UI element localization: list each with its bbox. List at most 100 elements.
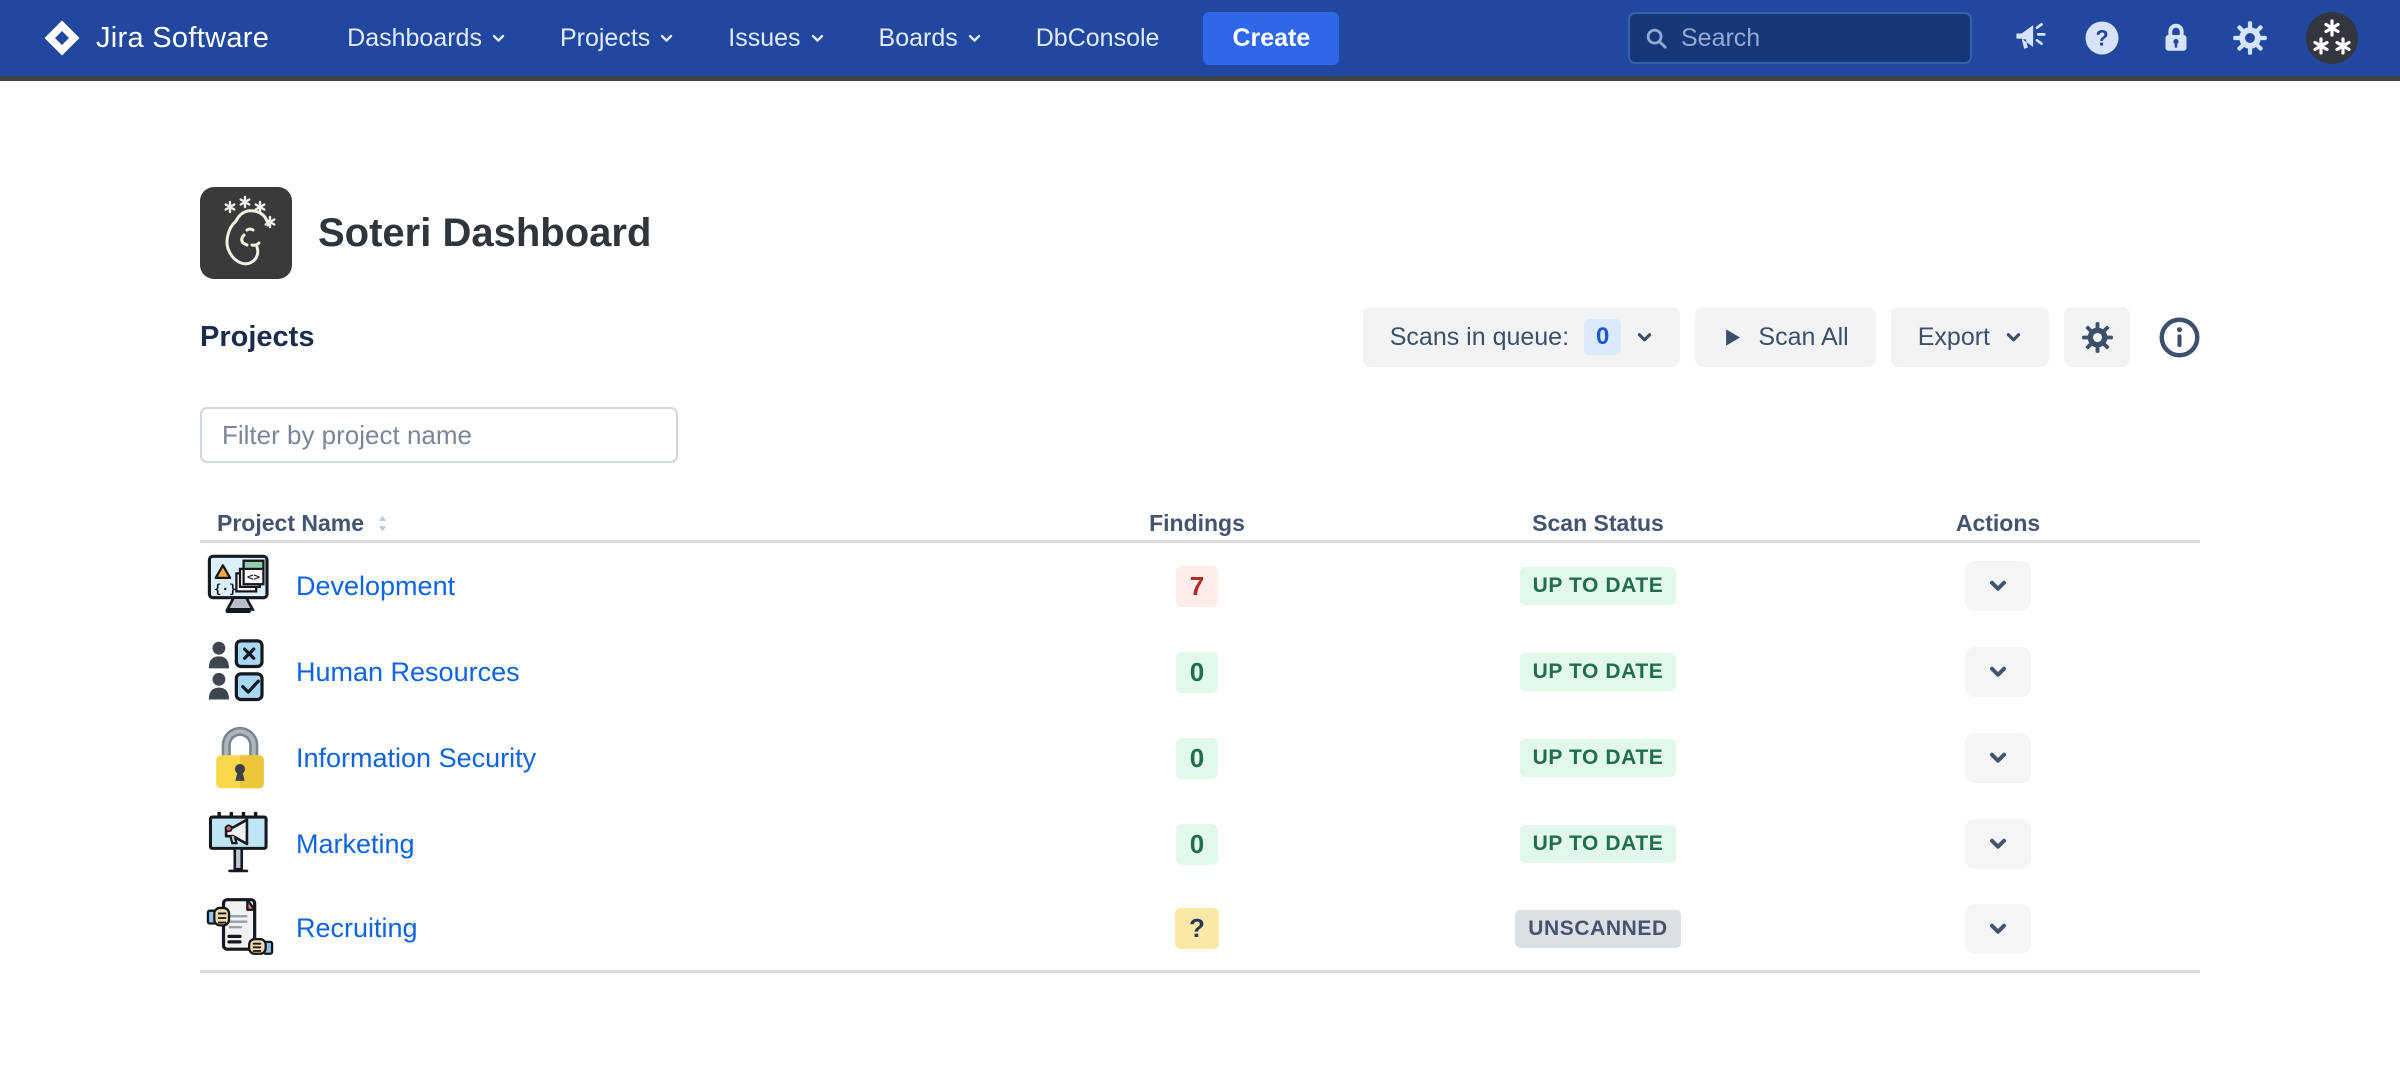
project-name-cell: Recruiting: [200, 896, 1097, 962]
export-label: Export: [1917, 322, 1990, 351]
scan-status-badge: UP TO DATE: [1519, 825, 1677, 863]
navbar-item[interactable]: Boards: [879, 24, 982, 53]
column-header-project-name[interactable]: Project Name: [200, 510, 1097, 537]
chevron-down-icon: [2005, 329, 2022, 346]
project-name-cell: Marketing: [200, 811, 1097, 877]
findings-badge[interactable]: 0: [1175, 651, 1219, 693]
scan-status-cell: UP TO DATE: [1498, 825, 1698, 863]
search-input[interactable]: [1681, 23, 1956, 53]
findings-cell: 0: [1097, 823, 1297, 865]
row-actions-button[interactable]: [1965, 561, 2031, 611]
scan-settings-button[interactable]: [2064, 307, 2130, 367]
scan-all-label: Scan All: [1758, 322, 1849, 351]
navbar-item-label: Dashboards: [347, 23, 482, 52]
project-icon: [204, 896, 276, 962]
project-name-link[interactable]: Recruiting: [296, 913, 418, 944]
project-name-link[interactable]: Information Security: [296, 743, 536, 774]
projects-heading: Projects: [200, 320, 315, 353]
actions-cell: [1898, 819, 2098, 869]
jira-logo[interactable]: Jira Software: [42, 18, 269, 58]
scan-all-button[interactable]: Scan All: [1695, 307, 1876, 367]
project-icon: [204, 639, 276, 705]
project-name-cell: Human Resources: [200, 639, 1097, 705]
chevron-down-icon: [1988, 919, 2008, 939]
row-actions-button[interactable]: [1965, 733, 2031, 783]
scan-status-badge: UP TO DATE: [1519, 653, 1677, 691]
navbar-item-label: DbConsole: [1035, 23, 1160, 52]
findings-badge[interactable]: ?: [1175, 908, 1219, 949]
findings-badge[interactable]: 0: [1175, 823, 1219, 865]
project-avatar: [200, 553, 280, 619]
play-icon: [1722, 327, 1743, 348]
project-name-link[interactable]: Marketing: [296, 829, 415, 860]
help-icon[interactable]: [2084, 20, 2120, 56]
chevron-down-icon: [967, 31, 982, 46]
navbar-item[interactable]: DbConsole: [1036, 24, 1160, 53]
chevron-down-icon: [1988, 662, 2008, 682]
navbar-item[interactable]: Projects: [560, 24, 674, 53]
projects-table-header: Project Name Findings Scan Status Action…: [200, 507, 2200, 543]
navbar-menu: Dashboards Projects Issues Boards DbCons…: [347, 24, 1159, 53]
sort-icon[interactable]: [376, 513, 389, 534]
search-box[interactable]: [1628, 12, 1972, 64]
export-button[interactable]: Export: [1890, 307, 2049, 367]
info-button[interactable]: [2159, 317, 2200, 358]
project-name-link[interactable]: Human Resources: [296, 657, 520, 688]
create-button[interactable]: Create: [1203, 11, 1340, 65]
scan-status-badge: UP TO DATE: [1519, 739, 1677, 777]
table-row: Development 7 UP TO DATE: [200, 543, 2200, 629]
navbar-item-label: Issues: [728, 23, 801, 52]
findings-cell: 7: [1097, 565, 1297, 607]
project-name-link[interactable]: Development: [296, 571, 455, 602]
chevron-down-icon: [1988, 748, 2008, 768]
scan-status-badge: UNSCANNED: [1515, 909, 1681, 948]
project-filter-input[interactable]: [200, 407, 678, 463]
actions-cell: [1898, 903, 2098, 954]
findings-badge[interactable]: 0: [1175, 737, 1219, 779]
project-name-cell: Development: [200, 553, 1097, 619]
table-row: Human Resources 0 UP TO DATE: [200, 629, 2200, 715]
announcement-icon[interactable]: [2010, 20, 2046, 56]
chevron-down-icon: [491, 31, 506, 46]
navbar-item[interactable]: Dashboards: [347, 24, 506, 53]
navbar-item-label: Boards: [878, 23, 958, 52]
projects-toolbar: Scans in queue: 0 Scan All Export: [1362, 307, 2200, 367]
project-icon: [204, 811, 276, 877]
scans-in-queue-button[interactable]: Scans in queue: 0: [1362, 307, 1681, 367]
top-navbar: Jira Software Dashboards Projects Issues…: [0, 0, 2400, 81]
project-avatar: [200, 896, 280, 962]
lock-icon[interactable]: [2158, 20, 2194, 56]
project-name-cell: Information Security: [200, 725, 1097, 791]
chevron-down-icon: [1988, 576, 2008, 596]
findings-cell: ?: [1097, 908, 1297, 949]
row-actions-button[interactable]: [1965, 903, 2031, 954]
chevron-down-icon: [1636, 329, 1653, 346]
soteri-app-logo: [200, 187, 292, 279]
app-header: Soteri Dashboard: [200, 187, 2200, 279]
scan-status-badge: UP TO DATE: [1519, 567, 1677, 605]
table-row: Information Security 0 UP TO DATE: [200, 715, 2200, 801]
main-content: Soteri Dashboard Projects Scans in queue…: [200, 81, 2200, 973]
navbar-item-label: Projects: [559, 23, 651, 52]
chevron-down-icon: [1988, 834, 2008, 854]
jira-logo-text: Jira Software: [96, 21, 270, 54]
settings-icon[interactable]: [2232, 20, 2268, 56]
row-actions-button[interactable]: [1965, 819, 2031, 869]
scans-in-queue-count: 0: [1584, 319, 1622, 355]
scan-status-cell: UP TO DATE: [1498, 567, 1698, 605]
jira-mark-icon: [42, 18, 82, 58]
table-row: Marketing 0 UP TO DATE: [200, 801, 2200, 887]
projects-table: Project Name Findings Scan Status Action…: [200, 507, 2200, 973]
scan-status-cell: UP TO DATE: [1498, 653, 1698, 691]
actions-cell: [1898, 647, 2098, 697]
row-actions-button[interactable]: [1965, 647, 2031, 697]
column-header-actions: Actions: [1955, 510, 2041, 536]
scan-status-cell: UNSCANNED: [1498, 909, 1698, 948]
gear-icon: [2081, 321, 2114, 354]
navbar-item[interactable]: Issues: [728, 24, 824, 53]
table-row: Recruiting ? UNSCANNED: [200, 887, 2200, 973]
page-title: Soteri Dashboard: [318, 210, 652, 255]
project-avatar: [200, 811, 280, 877]
findings-badge[interactable]: 7: [1175, 565, 1219, 607]
user-avatar[interactable]: [2306, 12, 2358, 64]
